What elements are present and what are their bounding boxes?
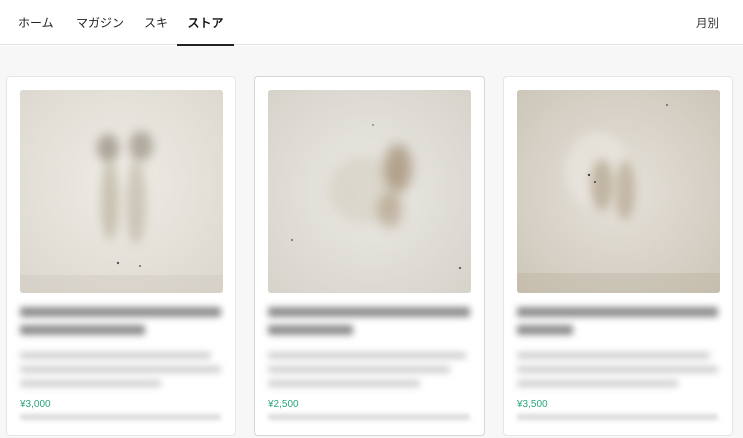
item-title-blurred [20,307,221,335]
item-price: ¥3,000 [20,399,51,410]
monthly-filter[interactable]: 月別 [696,0,719,45]
item-title-blurred [268,307,470,335]
item-meta-blurred [517,414,718,420]
product-image [20,90,223,293]
store-grid: ¥3,000 ¥2,500 ¥3,500 [0,46,743,438]
tab-home[interactable]: ホーム [18,0,58,45]
product-image-artwork [20,90,223,293]
tab-likes[interactable]: スキ [144,0,174,45]
store-item-card[interactable]: ¥3,500 [503,76,733,436]
item-description-blurred [20,352,221,387]
item-price: ¥3,500 [517,399,548,410]
product-image [517,90,720,293]
item-meta-blurred [268,414,470,420]
item-meta-blurred [20,414,221,420]
product-image-artwork [517,90,720,293]
item-title-blurred [517,307,718,335]
store-item-card[interactable]: ¥3,000 [6,76,236,436]
product-image-artwork [268,90,471,293]
top-navigation: ホーム マガジン スキ ストア 月別 [0,0,743,46]
store-item-card[interactable]: ¥2,500 [254,76,485,436]
item-price: ¥2,500 [268,399,299,410]
product-image [268,90,471,293]
tab-magazine[interactable]: マガジン [76,0,136,45]
tab-store[interactable]: ストア [177,0,234,46]
item-description-blurred [517,352,718,387]
item-description-blurred [268,352,470,387]
